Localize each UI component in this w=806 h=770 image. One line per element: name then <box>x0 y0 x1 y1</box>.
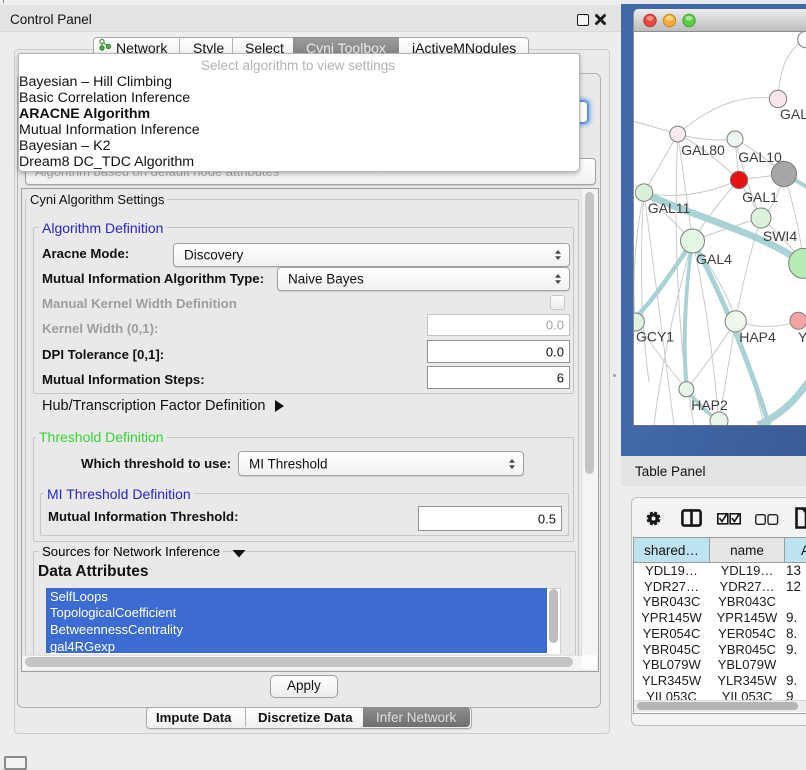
svg-text:GAL80: GAL80 <box>681 142 725 158</box>
svg-text:HAP2: HAP2 <box>691 397 728 413</box>
svg-text:GAL11: GAL11 <box>648 200 691 216</box>
svg-text:GAL7: GAL7 <box>780 106 806 122</box>
svg-text:SWI4: SWI4 <box>763 228 797 244</box>
svg-text:YD: YD <box>798 329 806 345</box>
svg-text:GAL4: GAL4 <box>696 251 732 267</box>
svg-text:HAP4: HAP4 <box>739 329 776 345</box>
svg-text:GAL1: GAL1 <box>742 189 778 205</box>
svg-text:GCY1: GCY1 <box>636 329 674 345</box>
svg-text:GAL10: GAL10 <box>738 149 782 165</box>
